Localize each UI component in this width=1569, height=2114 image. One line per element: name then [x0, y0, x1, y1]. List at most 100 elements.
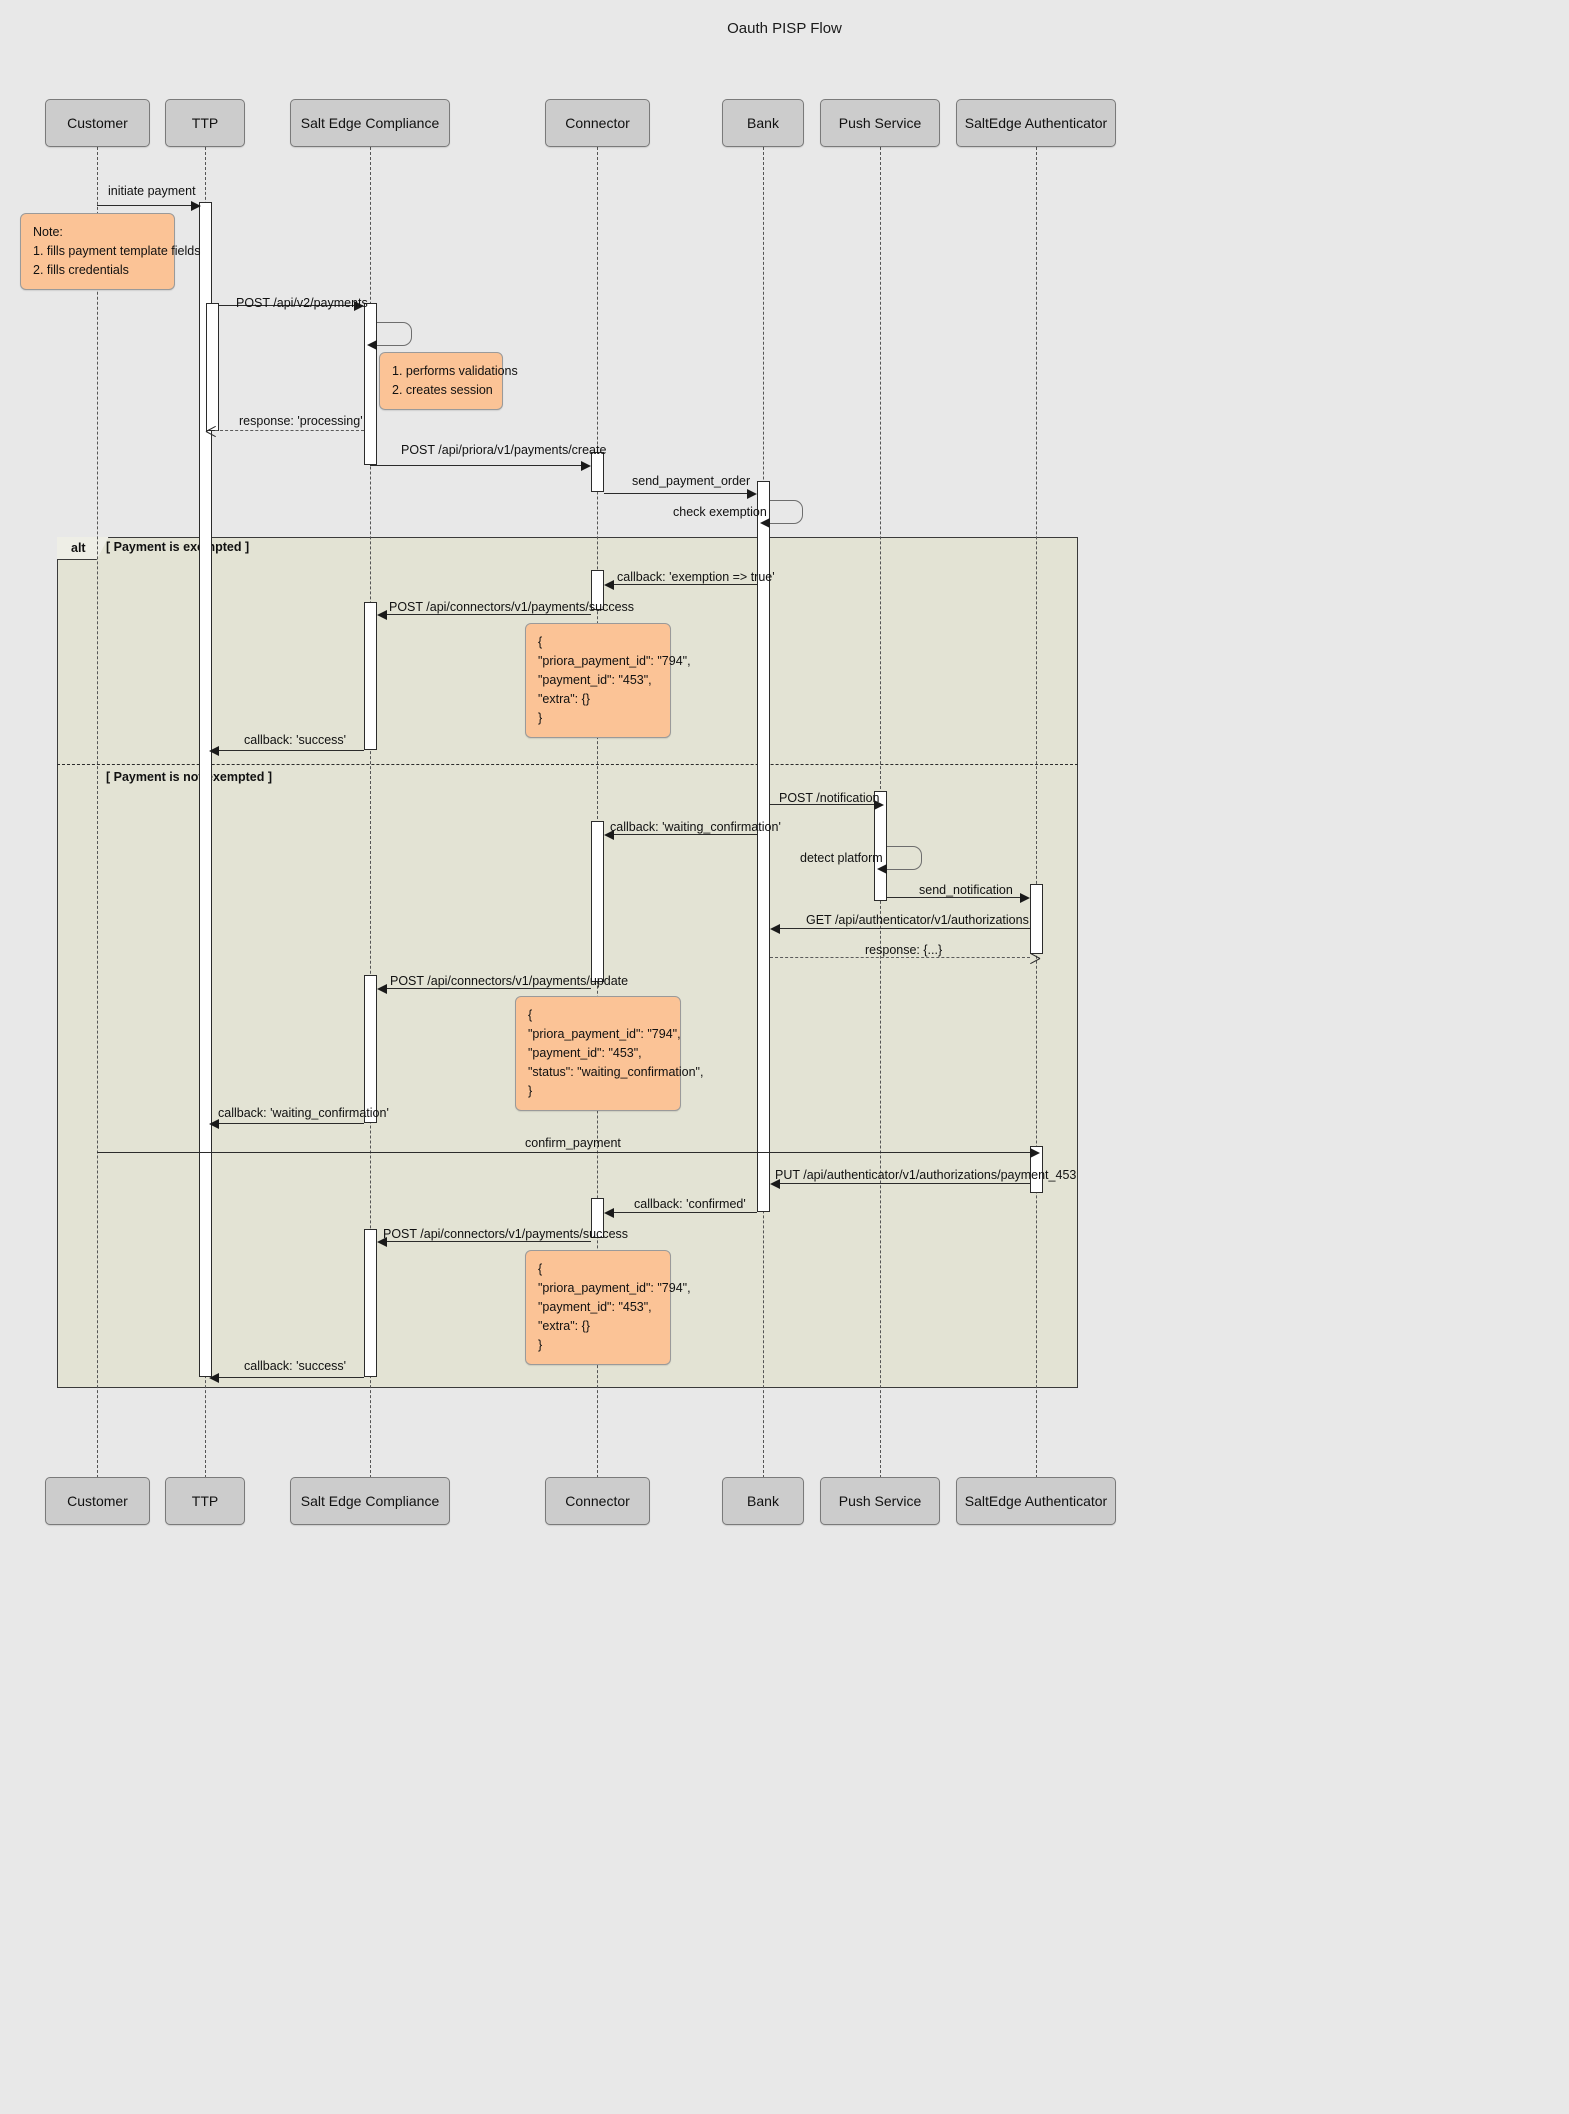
- alt-fragment-guard-1: [ Payment is exempted ]: [106, 540, 250, 554]
- message-callback-success-2: [209, 1373, 364, 1383]
- participant-push-bottom[interactable]: Push Service: [820, 1477, 940, 1525]
- message-label-response-processing: response: 'processing': [239, 414, 363, 428]
- arrowhead-icon: [581, 461, 591, 471]
- activation-saltedge-success2: [364, 1229, 377, 1377]
- arrowhead-icon: [206, 425, 216, 437]
- activation-bank-main: [757, 481, 770, 1212]
- message-label-post-connectors-success-1: POST /api/connectors/v1/payments/success: [389, 600, 635, 614]
- message-get-authorizations: [770, 924, 1030, 934]
- message-label-callback-success-2: callback: 'success': [244, 1359, 347, 1373]
- participant-salt-edge-top[interactable]: Salt Edge Compliance: [290, 99, 450, 147]
- lifeline-customer: [97, 147, 98, 1478]
- message-post-priora-create: [370, 461, 591, 471]
- arrowhead-icon: [747, 489, 757, 499]
- participant-auth-top[interactable]: SaltEdge Authenticator: [956, 99, 1116, 147]
- message-label-post-priora-create: POST /api/priora/v1/payments/create: [401, 443, 607, 457]
- message-send-notification: [887, 893, 1030, 903]
- participant-label: Push Service: [838, 115, 922, 131]
- message-label-callback-success-1: callback: 'success': [244, 733, 347, 747]
- participant-customer-bottom[interactable]: Customer: [45, 1477, 150, 1525]
- message-label-post-connectors-success-2: POST /api/connectors/v1/payments/success: [383, 1227, 629, 1241]
- participant-label: Salt Edge Compliance: [300, 115, 440, 131]
- activation-saltedge-update: [364, 975, 377, 1123]
- participant-connector-top[interactable]: Connector: [545, 99, 650, 147]
- arrowhead-icon: [877, 864, 887, 874]
- participant-label: Customer: [67, 1493, 128, 1509]
- page-title: Oauth PISP Flow: [727, 20, 842, 37]
- alt-fragment-guard-2: [ Payment is not exempted ]: [106, 770, 273, 784]
- message-label-send-notification: send_notification: [919, 883, 1013, 897]
- participant-label: SaltEdge Authenticator: [964, 115, 1108, 131]
- message-callback-exemption-true: [604, 580, 757, 590]
- message-response-dots: [770, 957, 1030, 958]
- message-label-callback-exemption-true: callback: 'exemption => true': [617, 570, 775, 584]
- arrowhead-icon: [770, 924, 780, 934]
- message-post-connectors-update: [377, 984, 591, 994]
- participant-salt-edge-bottom[interactable]: Salt Edge Compliance: [290, 1477, 450, 1525]
- arrowhead-icon: [1020, 893, 1030, 903]
- activation-saltedge-1: [364, 303, 377, 465]
- participant-ttp-top[interactable]: TTP: [165, 99, 245, 147]
- message-label-post-v2-payments: POST /api/v2/payments: [236, 296, 368, 310]
- message-callback-confirmed: [604, 1208, 757, 1218]
- arrowhead-icon: [367, 340, 377, 350]
- message-label-initiate-payment: initiate payment: [108, 184, 196, 198]
- message-label-callback-waiting-confirmation-1: callback: 'waiting_confirmation': [610, 820, 781, 834]
- participant-label: Bank: [747, 115, 779, 131]
- participant-connector-bottom[interactable]: Connector: [545, 1477, 650, 1525]
- participant-label: Push Service: [838, 1493, 922, 1509]
- message-label-send-payment-order: send_payment_order: [632, 474, 751, 488]
- self-message-detect-platform: [877, 846, 922, 874]
- message-post-connectors-success-2: [377, 1237, 591, 1247]
- arrowhead-icon: [209, 746, 219, 756]
- participant-label: Connector: [565, 1493, 630, 1509]
- sequence-diagram-canvas: Oauth PISP Flow alt [ Payment is exempte…: [0, 0, 1569, 2114]
- note-customer-fills: Note: 1. fills payment template fields 2…: [20, 213, 200, 290]
- message-label-get-authorizations: GET /api/authenticator/v1/authorizations: [806, 913, 1029, 927]
- self-message-saltedge-validations: [367, 322, 412, 350]
- message-post-connectors-success-1: [377, 610, 591, 620]
- message-label-callback-waiting-confirmation-2: callback: 'waiting_confirmation': [218, 1106, 389, 1120]
- message-label-post-notification: POST /notification: [779, 791, 880, 805]
- note-payload-update: { "priora_payment_id": "794", "payment_i…: [515, 996, 703, 1111]
- arrowhead-icon: [377, 610, 387, 620]
- participant-ttp-bottom[interactable]: TTP: [165, 1477, 245, 1525]
- message-callback-waiting-confirmation-2: [209, 1119, 364, 1129]
- arrowhead-icon: [604, 580, 614, 590]
- message-send-payment-order: [604, 489, 757, 499]
- activation-ttp-nested: [206, 303, 219, 431]
- participant-bank-bottom[interactable]: Bank: [722, 1477, 804, 1525]
- arrowhead-icon: [1030, 952, 1040, 964]
- arrowhead-icon: [209, 1373, 219, 1383]
- message-confirm-payment: [97, 1148, 1040, 1158]
- note-payload-success-2: { "priora_payment_id": "794", "payment_i…: [525, 1250, 691, 1365]
- participant-push-top[interactable]: Push Service: [820, 99, 940, 147]
- participant-label: TTP: [191, 115, 219, 131]
- arrowhead-icon: [191, 201, 201, 211]
- participant-label: Salt Edge Compliance: [300, 1493, 440, 1509]
- activation-auth-1: [1030, 884, 1043, 954]
- participant-label: Connector: [565, 115, 630, 131]
- arrowhead-icon: [604, 1208, 614, 1218]
- arrowhead-icon: [1030, 1148, 1040, 1158]
- self-message-check-exemption: [760, 500, 803, 528]
- participant-bank-top[interactable]: Bank: [722, 99, 804, 147]
- message-callback-success-1: [209, 746, 364, 756]
- participant-label: TTP: [191, 1493, 219, 1509]
- participant-label: Customer: [67, 115, 128, 131]
- participant-auth-bottom[interactable]: SaltEdge Authenticator: [956, 1477, 1116, 1525]
- participant-label: SaltEdge Authenticator: [964, 1493, 1108, 1509]
- arrowhead-icon: [760, 518, 770, 528]
- message-response-processing: [215, 430, 364, 431]
- message-label-confirm-payment: confirm_payment: [525, 1136, 621, 1150]
- lifeline-auth: [1036, 147, 1037, 1478]
- message-label-check-exemption: check exemption: [673, 505, 767, 519]
- message-label-put-authorizations: PUT /api/authenticator/v1/authorizations…: [775, 1168, 1077, 1182]
- participant-customer-top[interactable]: Customer: [45, 99, 150, 147]
- message-label-post-connectors-update: POST /api/connectors/v1/payments/update: [390, 974, 629, 988]
- message-initiate-payment: [97, 201, 201, 211]
- participant-label: Bank: [747, 1493, 779, 1509]
- message-label-callback-confirmed: callback: 'confirmed': [634, 1197, 746, 1211]
- message-callback-waiting-confirmation-1: [604, 830, 757, 840]
- activation-connector-1: [591, 452, 604, 492]
